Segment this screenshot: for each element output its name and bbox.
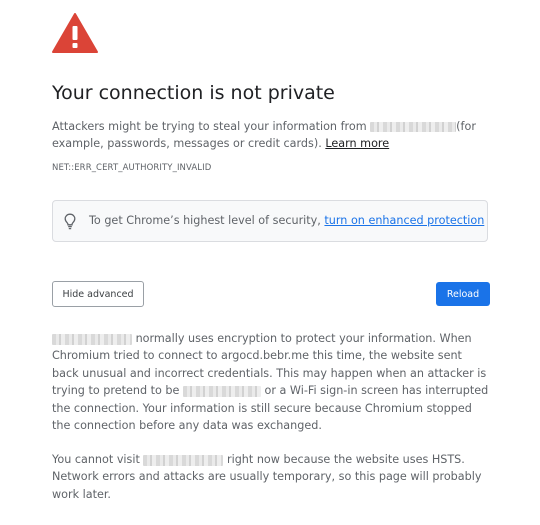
enhanced-protection-link[interactable]: turn on enhanced protection [324,214,484,227]
redacted-domain [370,122,457,132]
hide-advanced-button[interactable]: Hide advanced [52,281,144,307]
enhanced-protection-promo: To get Chrome’s highest level of securit… [52,200,488,242]
warning-triangle-icon [52,13,98,53]
details-paragraph-2: You cannot visit right now because the w… [52,451,492,503]
redacted-domain [182,385,261,397]
details-paragraph-1: normally uses encryption to protect your… [52,330,492,434]
promo-text: To get Chrome’s highest level of securit… [89,214,484,227]
hide-advanced-label: Hide advanced [62,288,134,300]
details-p2-part1: You cannot visit [52,453,140,466]
promo-label: To get Chrome’s highest level of securit… [89,214,321,227]
intro-text: Attackers might be trying to steal your … [52,118,490,152]
intro-prefix: Attackers might be trying to steal your … [52,120,367,133]
redacted-domain [143,454,224,466]
page-title: Your connection is not private [52,82,335,104]
learn-more-link[interactable]: Learn more [325,137,389,150]
redacted-domain [52,333,132,345]
error-code: NET::ERR_CERT_AUTHORITY_INVALID [52,163,212,173]
reload-button[interactable]: Reload [436,282,490,306]
lightbulb-icon [64,213,76,230]
